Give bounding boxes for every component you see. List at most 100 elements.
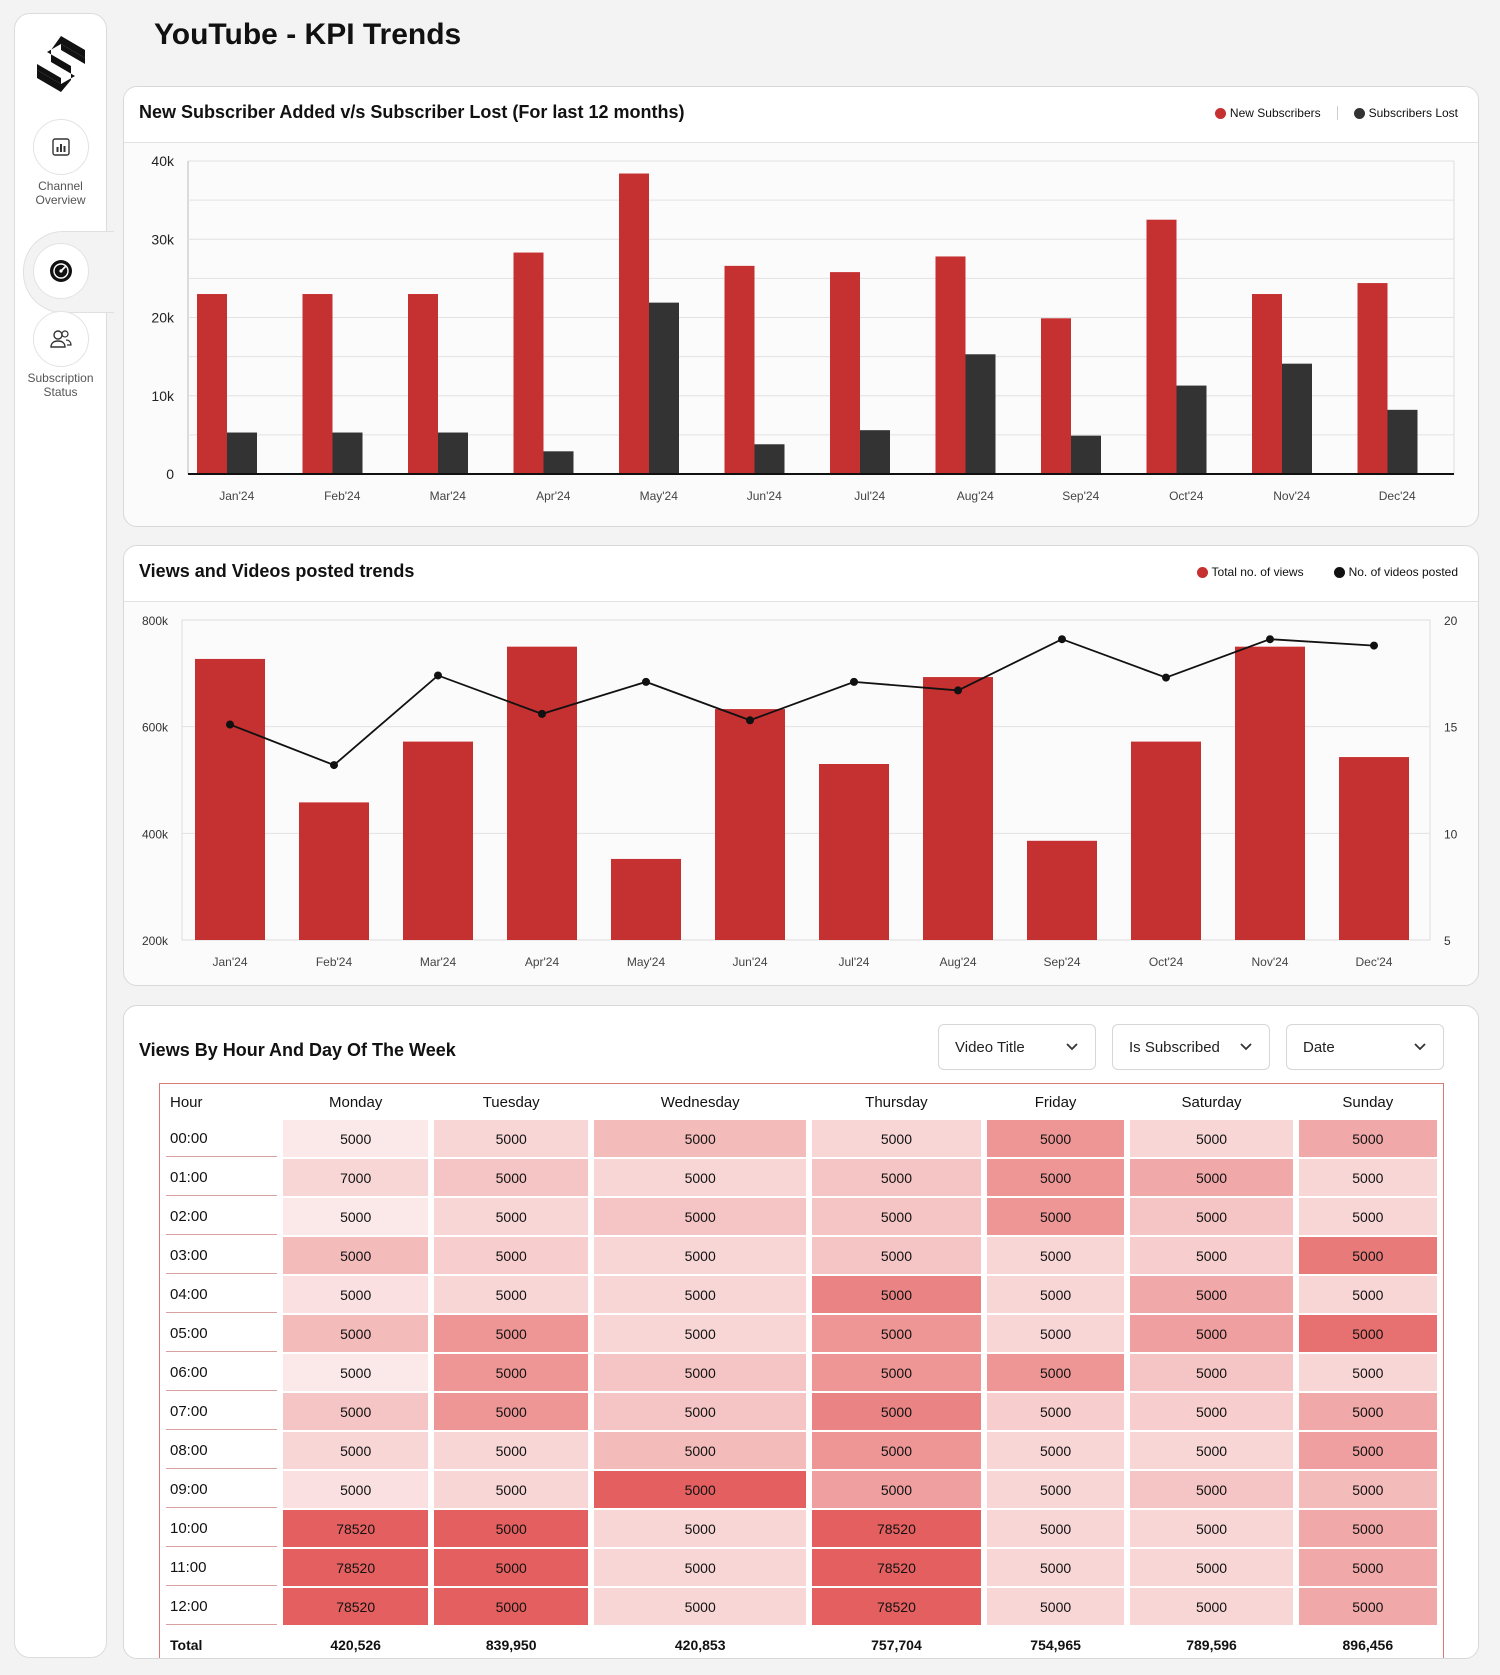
y-tick-label-right: 5 [1444,934,1451,948]
heatmap-header-row: Hour Monday Tuesday Wednesday Thursday Frida… [166,1086,1437,1118]
column-header-thursday: Thursday [865,1093,928,1111]
bar-subscribers-lost [1071,435,1101,474]
heatmap-cell: 5000 [283,1354,429,1391]
hour-cell: 04:00 [166,1276,278,1313]
sidebar-item-label: Subscription [27,371,94,385]
heatmap-cell: 5000 [986,1198,1125,1235]
sidebar-item-kpi-trends[interactable] [15,243,106,303]
heatmap-cell: 5000 [434,1159,589,1196]
heatmap-cell: 5000 [283,1237,429,1274]
hour-cell: 08:00 [166,1432,278,1469]
filter-video-title[interactable]: Video Title [938,1024,1096,1070]
heatmap-cell: 5000 [434,1549,589,1586]
table-row: 00:00 5000 5000 5000 5000 5000 5000 5000 [166,1120,1437,1157]
bar-subscribers-lost [649,302,679,474]
x-tick-label: Sep'24 [1062,489,1099,503]
heatmap-cell: 5000 [1298,1120,1437,1157]
total-row: Total 420,526 839,950 420,853 757,704 754,965… [166,1627,1437,1658]
heatmap-cell: 5000 [986,1354,1125,1391]
x-tick-label: Jul'24 [839,955,870,969]
heatmap-cell: 5000 [1130,1237,1293,1274]
bar-subscribers-lost [754,444,785,474]
bar-total-views [507,646,577,940]
legend-item-videos-posted[interactable]: No. of videos posted [1333,565,1458,579]
heatmap-cell: 5000 [283,1120,429,1157]
heatmap-cell: 5000 [1298,1354,1437,1391]
heatmap-cell: 78520 [812,1588,981,1625]
sidebar-item-channel-overview[interactable]: Channel Overview [15,119,106,207]
x-tick-label: Dec'24 [1356,955,1393,969]
total-cell: 754,965 [986,1627,1125,1658]
heatmap-cell: 5000 [434,1432,589,1469]
total-cell: 789,596 [1130,1627,1293,1658]
heatmap-cell: 5000 [283,1471,429,1508]
hour-cell: 10:00 [166,1510,278,1547]
heatmap-cell: 5000 [1298,1432,1437,1469]
heatmap-cell: 5000 [594,1549,807,1586]
heatmap-cell: 5000 [986,1393,1125,1430]
card-title: New Subscriber Added v/s Subscriber Lost… [139,102,685,122]
heatmap-cell: 5000 [283,1276,429,1313]
heatmap-cell: 5000 [434,1393,589,1430]
heatmap-cell: 5000 [1298,1198,1437,1235]
heatmap-cell: 5000 [1298,1237,1437,1274]
bar-total-views [1131,741,1201,940]
table-row: 07:00 5000 5000 5000 5000 5000 5000 5000 [166,1393,1437,1430]
brand-logo-icon [37,36,85,92]
heatmap-cell: 5000 [812,1393,981,1430]
column-header-hour: Hour [170,1093,203,1111]
heatmap-cell: 5000 [1298,1276,1437,1313]
x-tick-label: Apr'24 [525,955,560,969]
sidebar-item-label: Channel [38,179,83,193]
heatmap-cell: 5000 [594,1276,807,1313]
heatmap-cell: 5000 [1298,1510,1437,1547]
heatmap-cell: 5000 [594,1588,807,1625]
legend-item-subscribers-lost[interactable]: Subscribers Lost [1353,106,1458,120]
sidebar-item-label: Overview [35,193,86,207]
heatmap-cell: 5000 [812,1276,981,1313]
heatmap-cell: 5000 [434,1588,589,1625]
x-tick-label: Jan'24 [219,489,254,503]
bar-new-subscribers [1041,318,1071,474]
bar-total-views [819,764,889,940]
bar-subscribers-lost [332,432,363,474]
sidebar: Channel Overview Subscription Status [14,13,114,1658]
heatmap-cell: 5000 [1130,1588,1293,1625]
heatmap-cell: 5000 [812,1237,981,1274]
filter-is-subscribed[interactable]: Is Subscribed [1112,1024,1270,1070]
bar-new-subscribers [724,265,755,474]
heatmap-cell: 5000 [434,1237,589,1274]
heatmap-cell: 5000 [594,1354,807,1391]
legend-item-total-views[interactable]: Total no. of views [1196,565,1304,579]
table-row: 06:00 5000 5000 5000 5000 5000 5000 5000 [166,1354,1437,1391]
heatmap-cell: 5000 [1130,1471,1293,1508]
heatmap-cell: 5000 [594,1393,807,1430]
hour-cell: 01:00 [166,1159,278,1196]
heatmap-cell: 5000 [594,1159,807,1196]
point-videos-posted [1370,641,1378,650]
y-tick-label-right: 10 [1444,827,1458,841]
chevron-down-icon [1414,1043,1426,1051]
page-title: YouTube - KPI Trends [154,18,462,51]
heatmap-cell: 5000 [434,1510,589,1547]
heatmap-cell: 5000 [986,1588,1125,1625]
bar-subscribers-lost [965,354,996,474]
heatmap-cell: 7000 [283,1159,429,1196]
x-tick-label: Nov'24 [1252,955,1289,969]
sidebar-item-subscription-status[interactable]: Subscription Status [15,311,106,399]
heatmap-cell: 78520 [283,1549,429,1586]
filter-date[interactable]: Date [1286,1024,1444,1070]
heatmap-cell: 5000 [1298,1471,1437,1508]
x-tick-label: Oct'24 [1169,489,1204,503]
bar-subscribers-lost [1282,363,1312,474]
x-tick-label: Jun'24 [733,955,768,969]
bar-new-subscribers [1357,283,1388,474]
heatmap-cell: 5000 [434,1315,589,1352]
legend-item-new-subscribers[interactable]: New Subscribers [1214,106,1321,120]
x-tick-label: May'24 [627,955,666,969]
bar-total-views [299,802,369,940]
heatmap-cell: 78520 [812,1510,981,1547]
heatmap-cell: 5000 [1130,1549,1293,1586]
heatmap-cell: 78520 [283,1510,429,1547]
bar-new-subscribers [619,173,649,474]
